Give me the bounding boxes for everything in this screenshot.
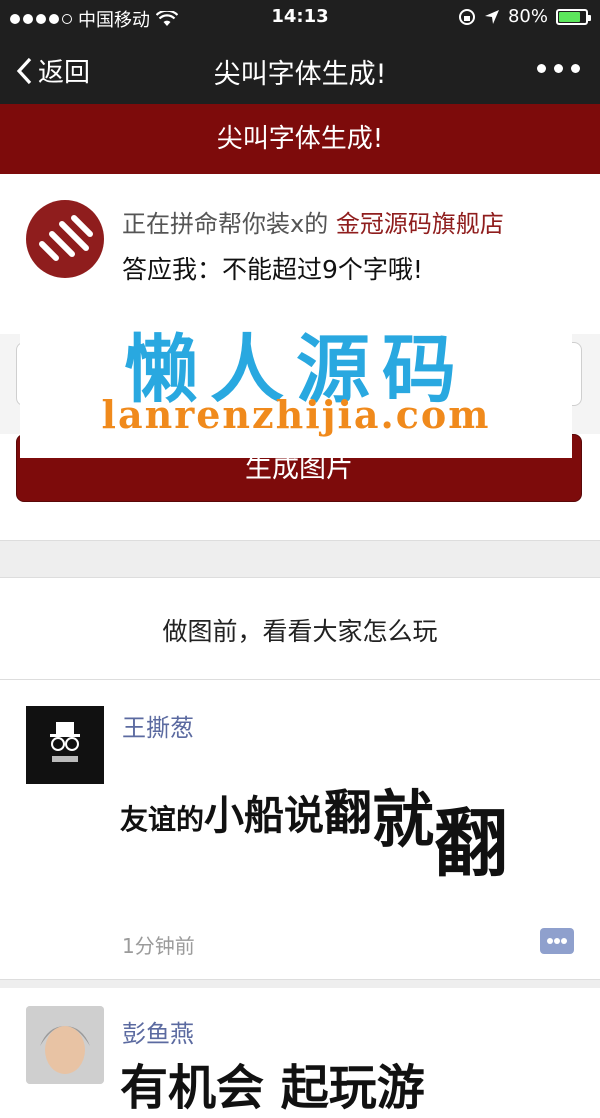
shop-logo-icon — [39, 215, 93, 261]
battery-percent: 80% — [507, 6, 548, 27]
more-menu-button[interactable] — [537, 64, 580, 73]
more-dot — [571, 64, 580, 73]
nav-bar: 返回 尖叫字体生成! — [0, 34, 600, 104]
post-text-part: 说 — [284, 793, 325, 839]
post-text-part: 友谊的 — [120, 803, 205, 836]
avatar[interactable] — [26, 1006, 104, 1084]
post-text: 友谊的小船说翻就翻 — [120, 744, 508, 887]
watermark-url: lanrenzhijia.com — [101, 392, 491, 437]
post-text-part: 翻 — [324, 785, 373, 841]
more-dot — [537, 64, 546, 73]
avatar-image — [50, 722, 80, 762]
watermark-overlay: 懒人源码 lanrenzhijia.com — [20, 292, 572, 458]
avatar[interactable] — [26, 706, 104, 784]
list-item: 王撕葱 友谊的小船说翻就翻 1分钟前 — [0, 680, 600, 980]
feed-prompt: 做图前，看看大家怎么玩 — [0, 578, 600, 680]
shop-name-link[interactable]: 金冠源码旗舰店 — [336, 210, 504, 238]
status-right: 80% — [458, 6, 591, 27]
shop-tagline: 正在拼命帮你装x的 金冠源码旗舰店 — [122, 204, 504, 239]
comment-icon[interactable] — [540, 928, 574, 954]
status-bar: 中国移动 14:13 80% — [0, 0, 600, 34]
page-banner: 尖叫字体生成! — [0, 104, 600, 174]
post-text: 有机会 起玩游 — [120, 1060, 425, 1116]
location-icon — [484, 9, 499, 24]
battery-icon — [556, 8, 591, 25]
more-dot — [554, 64, 563, 73]
nav-title: 尖叫字体生成! — [213, 59, 387, 90]
username[interactable]: 彭鱼燕 — [122, 1014, 194, 1049]
post-time: 1分钟前 — [122, 934, 195, 958]
shop-instruction: 答应我：不能超过9个字哦! — [122, 255, 423, 284]
post-text-part: 翻 — [434, 801, 509, 887]
rotation-lock-icon — [458, 8, 475, 25]
shop-logo — [26, 200, 104, 278]
list-item: 彭鱼燕 有机会 起玩游 — [0, 980, 600, 1116]
section-divider — [0, 540, 600, 578]
shop-tagline-prefix: 正在拼命帮你装x的 — [122, 210, 329, 238]
post-text-part: 小船 — [204, 793, 285, 839]
post-text-part: 就 — [372, 783, 435, 856]
avatar-image — [26, 1006, 104, 1084]
username[interactable]: 王撕葱 — [122, 708, 194, 743]
